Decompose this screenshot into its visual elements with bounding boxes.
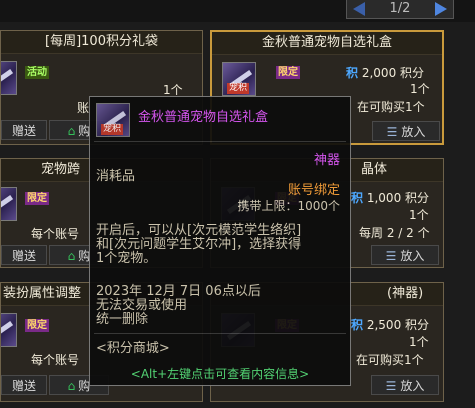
item-icon <box>1 187 17 221</box>
purchase-limit-remaining: 在可购买1个 <box>357 100 425 114</box>
tooltip-title: 金秋普通宠物自选礼盒 <box>138 110 269 125</box>
tooltip-carry-limit: 携带上限：1000个 <box>237 199 340 213</box>
limited-badge: 限定 <box>25 319 49 332</box>
card-title: [每周]100积分礼袋 <box>1 31 202 54</box>
page-navigator: 1/2 <box>346 0 454 19</box>
buy-icon: ⌂ <box>67 249 76 263</box>
buy-icon: ⌂ <box>67 379 76 393</box>
gift-button[interactable]: 赠送 <box>1 245 47 265</box>
item-quantity: 1个 <box>409 335 429 349</box>
tooltip-item-icon: 宠积 <box>96 103 130 137</box>
card-title: 金秋普通宠物自选礼盒 <box>212 32 442 55</box>
divider <box>94 141 346 142</box>
cart-icon: ☰ <box>385 379 397 393</box>
cart-icon: ☰ <box>386 125 398 139</box>
gift-button[interactable]: 赠送 <box>1 120 47 140</box>
item-icon <box>1 313 17 347</box>
tooltip-item-type: 消耗品 <box>96 169 136 184</box>
tooltip-binding: 账号绑定 <box>287 183 340 198</box>
item-tooltip: 宠积 金秋普通宠物自选礼盒 神器 消耗品 账号绑定 携带上限：1000个 开启后… <box>89 96 351 386</box>
purchase-limit-remaining: 在可购买1个 <box>356 353 424 367</box>
item-price: 积 1,000 积分 <box>351 191 430 205</box>
cart-button[interactable]: ☰ 放入 <box>371 245 439 265</box>
tooltip-source: <积分商城> <box>96 341 170 356</box>
limited-badge: 限定 <box>276 66 300 79</box>
item-price: 积 2,500 积分 <box>351 318 430 332</box>
cart-icon: ☰ <box>385 249 397 263</box>
divider <box>94 333 346 334</box>
limited-badge: 限定 <box>25 192 49 205</box>
cart-button[interactable]: ☰ 放入 <box>372 121 440 141</box>
purchase-limit: 账 <box>77 101 90 115</box>
purchase-limit: 每个账号 <box>31 227 80 241</box>
purchase-limit: 每个账号 <box>31 353 80 367</box>
weekly-limit: 每周 2 / 2 个 <box>359 226 430 240</box>
item-quantity: 1个 <box>410 82 430 96</box>
tooltip-rarity: 神器 <box>313 153 340 168</box>
tooltip-expiry: 2023年 12月 7日 06点以后 无法交易或使用 统一删除 <box>96 284 261 327</box>
buy-icon: ⌂ <box>67 124 76 138</box>
tooltip-hint: <Alt+左键点击可查看内容信息> <box>130 367 310 381</box>
item-icon <box>1 61 17 95</box>
next-page-icon[interactable] <box>435 2 447 16</box>
item-quantity: 1个 <box>409 208 429 222</box>
gift-button[interactable]: 赠送 <box>1 375 47 395</box>
cart-button[interactable]: ☰ 放入 <box>371 375 439 395</box>
tooltip-description: 开启后，可以从[次元模范学生络织] 和[次元问题学生艾尔冲]，选择获得 1个宠物… <box>96 223 302 266</box>
item-price: 积 2,000 积分 <box>346 66 425 80</box>
item-icon: 宠积 <box>222 62 256 96</box>
event-badge: 活动 <box>25 66 49 79</box>
